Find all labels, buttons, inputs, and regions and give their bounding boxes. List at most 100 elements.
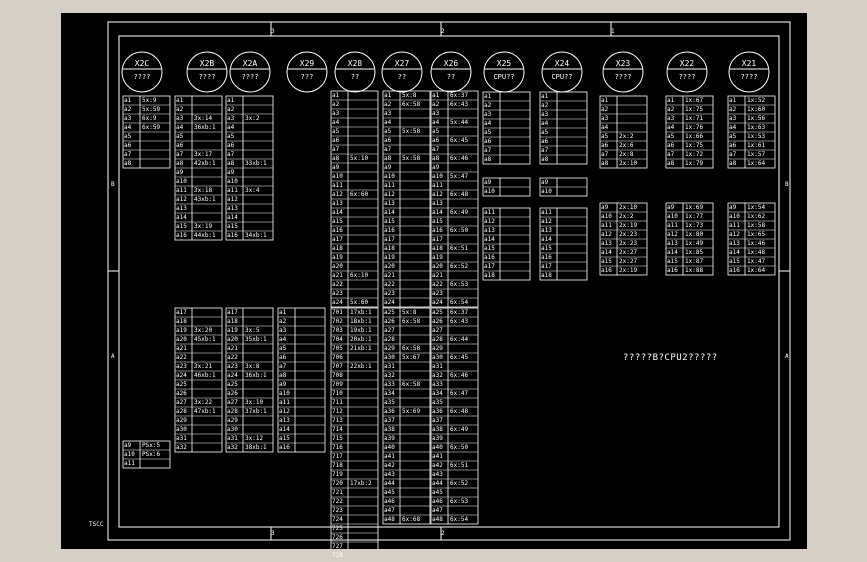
terminal-pin: a46 <box>384 498 395 505</box>
terminal-wire: 1x:66 <box>685 133 704 140</box>
terminal-wire: 5x:9 <box>142 97 157 104</box>
zone-top-2: 2 <box>441 28 445 35</box>
terminal-pin: a28 <box>432 336 443 343</box>
connector-x24-id: X24 <box>554 59 570 68</box>
terminal-pin: a1 <box>279 309 287 316</box>
terminal-pin: a28 <box>384 336 395 343</box>
terminal-wire: 3x:2 <box>245 115 260 122</box>
terminal-wire: 1x:85 <box>685 249 704 256</box>
terminal-pin: a44 <box>384 480 395 487</box>
terminal-pin: a38 <box>384 426 395 433</box>
terminal-pin: a25 <box>176 381 187 388</box>
terminal-wire: 5x:8 <box>402 92 417 99</box>
terminal-pin: a14 <box>541 236 552 243</box>
terminal-pin: a29 <box>432 345 443 352</box>
terminal-wire: 6x:46 <box>450 155 469 162</box>
terminal-wire: 1x:46 <box>747 240 766 247</box>
terminal-pin: 721 <box>332 489 343 496</box>
terminal-pin: a16 <box>384 227 395 234</box>
terminal-wire: 1x:64 <box>747 267 766 274</box>
terminal-pin: a43 <box>384 471 395 478</box>
terminal-pin: a3 <box>227 115 235 122</box>
terminal-wire: 1x:76 <box>685 124 704 131</box>
terminal-pin: a17 <box>432 236 443 243</box>
terminal-wire: 6x:58 <box>402 381 421 388</box>
terminal-pin: a10 <box>124 451 135 458</box>
terminal-pin: a13 <box>432 200 443 207</box>
terminal-pin: a8 <box>432 155 440 162</box>
connector-x24-label: CPU?? <box>551 73 573 81</box>
terminal-pin: a1 <box>227 97 235 104</box>
terminal-wire: 3x:19 <box>194 223 213 230</box>
terminal-pin: a32 <box>384 372 395 379</box>
zone-side-left-a: A <box>111 353 115 360</box>
terminal-pin: a17 <box>332 236 343 243</box>
terminal-pin: a5 <box>227 133 235 140</box>
terminal-pin: a14 <box>176 214 187 221</box>
terminal-pin: a8 <box>601 160 609 167</box>
terminal-pin: a18 <box>484 272 495 279</box>
terminal-pin: a16 <box>541 254 552 261</box>
terminal-wire: 3x:14 <box>194 115 213 122</box>
terminal-pin: 715 <box>332 435 343 442</box>
terminal-pin: 705 <box>332 345 343 352</box>
terminal-wire: 2x:27 <box>619 258 638 265</box>
terminal-pin: a21 <box>384 272 395 279</box>
terminal-wire: 6x:68 <box>402 516 421 523</box>
terminal-wire: 2x:10 <box>619 160 638 167</box>
terminal-wire: 1x:72 <box>685 151 704 158</box>
terminal-pin: a6 <box>227 142 235 149</box>
terminal-pin: a40 <box>432 444 443 451</box>
terminal-wire: 1x:57 <box>747 151 766 158</box>
terminal-wire: 6x:48 <box>450 191 469 198</box>
terminal-pin: a8 <box>279 372 287 379</box>
terminal-wire: 1x:79 <box>685 160 704 167</box>
connector-x2c-id: X2C <box>134 59 150 68</box>
terminal-wire: 6x:54 <box>450 299 469 306</box>
terminal-pin: a19 <box>227 327 238 334</box>
terminal-pin: a47 <box>384 507 395 514</box>
terminal-pin: a16 <box>227 232 238 239</box>
terminal-pin: a8 <box>541 156 549 163</box>
terminal-wire: 17xb:1 <box>350 309 372 316</box>
terminal-pin: a30 <box>176 426 187 433</box>
terminal-wire: 2x:8 <box>619 151 634 158</box>
terminal-pin: a4 <box>432 119 440 126</box>
terminal-pin: a31 <box>176 435 187 442</box>
terminal-pin: a11 <box>729 222 740 229</box>
terminal-pin: a4 <box>484 120 492 127</box>
terminal-pin: a44 <box>432 480 443 487</box>
terminal-pin: a6 <box>729 142 737 149</box>
terminal-wire: 1x:75 <box>685 106 704 113</box>
terminal-pin: a23 <box>176 363 187 370</box>
terminal-pin: a35 <box>432 399 443 406</box>
terminal-wire: 6x:45 <box>450 354 469 361</box>
terminal-wire: 1x:54 <box>747 204 766 211</box>
terminal-pin: a13 <box>667 240 678 247</box>
terminal-pin: a7 <box>176 151 184 158</box>
connector-x28-label: ?? <box>350 73 360 81</box>
terminal-wire: 36xb:1 <box>194 124 216 131</box>
terminal-pin: a5 <box>432 128 440 135</box>
terminal-pin: a7 <box>124 151 132 158</box>
terminal-pin: a12 <box>484 218 495 225</box>
terminal-pin: a18 <box>176 318 187 325</box>
terminal-pin: a16 <box>667 267 678 274</box>
terminal-pin: 719 <box>332 471 343 478</box>
terminal-pin: a27 <box>384 327 395 334</box>
connector-x2a-symbol <box>229 51 271 93</box>
terminal-pin: a42 <box>432 462 443 469</box>
terminal-pin: a5 <box>541 129 549 136</box>
terminal-pin: a30 <box>227 426 238 433</box>
terminal-pin: a31 <box>432 363 443 370</box>
terminal-pin: a12 <box>384 191 395 198</box>
terminal-wire: 3x:5 <box>245 327 260 334</box>
terminal-pin: a3 <box>384 110 392 117</box>
terminal-pin: a9 <box>729 204 737 211</box>
terminal-pin: a33 <box>432 381 443 388</box>
terminal-pin: a14 <box>279 426 290 433</box>
terminal-wire: 6x:58 <box>402 345 421 352</box>
connector-x21-symbol <box>728 51 770 93</box>
terminal-pin: a16 <box>729 267 740 274</box>
terminal-pin: a36 <box>432 408 443 415</box>
